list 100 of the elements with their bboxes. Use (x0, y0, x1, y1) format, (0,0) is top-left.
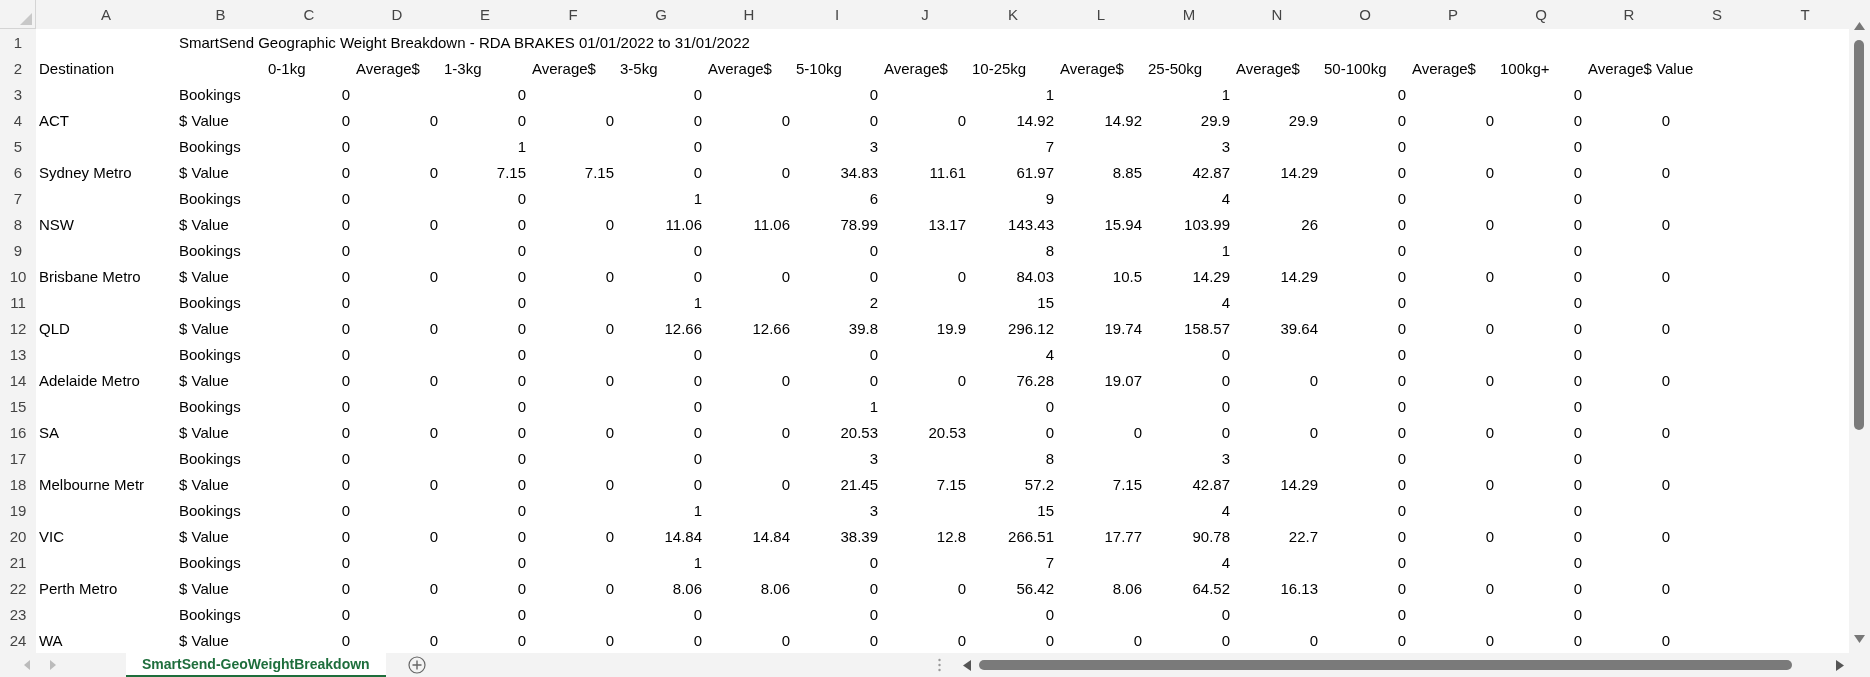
table-cell: 0 (869, 241, 878, 261)
row-header[interactable]: 12 (0, 315, 36, 341)
sheet-tab[interactable]: SmartSend-GeoWeightBreakdown (126, 653, 386, 677)
table-cell: 0 (1573, 579, 1582, 599)
table-cell: 0 (1397, 553, 1406, 573)
column-header[interactable]: J (881, 0, 969, 29)
column-header[interactable]: Q (1497, 0, 1585, 29)
table-cell: 19.07 (1104, 371, 1142, 391)
row-header[interactable]: 5 (0, 133, 36, 159)
table-cell: 1 (693, 501, 702, 521)
table-cell: 0 (1397, 189, 1406, 209)
column-label: 1-3kg (444, 59, 482, 79)
scroll-left-icon[interactable] (963, 659, 971, 671)
table-cell: 0 (693, 267, 702, 287)
row-header[interactable]: 8 (0, 211, 36, 237)
table-cell: 19.9 (936, 319, 966, 339)
table-cell: $ Value (179, 423, 229, 443)
row-header[interactable]: 7 (0, 185, 36, 211)
horizontal-scrollbar-thumb[interactable] (979, 660, 1792, 670)
table-cell: 42.87 (1192, 163, 1230, 183)
table-cell: 8 (1045, 241, 1054, 261)
splitter-handle-icon[interactable] (938, 658, 941, 672)
row-header[interactable]: 9 (0, 237, 36, 263)
column-header[interactable]: T (1761, 0, 1849, 29)
table-cell: 0 (1485, 319, 1494, 339)
row-header[interactable]: 2 (0, 55, 36, 81)
row-header[interactable]: 3 (0, 81, 36, 107)
table-cell: 0 (1397, 241, 1406, 261)
column-header[interactable]: N (1233, 0, 1321, 29)
table-cell: 0 (429, 475, 438, 495)
table-cell: Bookings (179, 293, 241, 313)
table-cell: 0 (1397, 371, 1406, 391)
column-header[interactable]: S (1673, 0, 1761, 29)
table-cell: 0 (429, 579, 438, 599)
table-cell: 4 (1221, 189, 1230, 209)
column-label: Average$ (708, 59, 772, 79)
scroll-up-icon[interactable] (1854, 22, 1865, 30)
table-cell: 103.99 (1184, 215, 1230, 235)
row-header[interactable]: 17 (0, 445, 36, 471)
column-header[interactable]: O (1321, 0, 1409, 29)
row-header[interactable]: 18 (0, 471, 36, 497)
vertical-scrollbar[interactable] (1849, 0, 1870, 653)
table-cell: 0 (517, 579, 526, 599)
table-cell: 0 (517, 111, 526, 131)
row-header[interactable]: 20 (0, 523, 36, 549)
row-header[interactable]: 4 (0, 107, 36, 133)
row-header[interactable]: 16 (0, 419, 36, 445)
table-cell: 8 (1045, 449, 1054, 469)
row-header[interactable]: 11 (0, 289, 36, 315)
column-header[interactable]: K (969, 0, 1057, 29)
table-cell: 0 (1661, 527, 1670, 547)
table-cell: 11.06 (665, 215, 702, 235)
column-header[interactable]: L (1057, 0, 1145, 29)
table-cell: 14.29 (1280, 267, 1318, 287)
row-header[interactable]: 15 (0, 393, 36, 419)
column-header[interactable]: A (36, 0, 176, 29)
row-header[interactable]: 10 (0, 263, 36, 289)
table-cell: 84.03 (1016, 267, 1054, 287)
column-header[interactable]: E (441, 0, 529, 29)
row-header[interactable]: 23 (0, 601, 36, 627)
column-header[interactable]: F (529, 0, 617, 29)
row-header[interactable]: 19 (0, 497, 36, 523)
table-cell: Bookings (179, 501, 241, 521)
table-cell: SA (39, 423, 59, 443)
table-cell: 0 (1045, 397, 1054, 417)
table-cell: 0 (693, 371, 702, 391)
column-header[interactable]: M (1145, 0, 1233, 29)
table-cell: 7.15 (936, 475, 966, 495)
table-cell: 0 (1661, 579, 1670, 599)
scrollbar-thumb[interactable] (1854, 40, 1864, 430)
table-cell: 0 (517, 605, 526, 625)
table-cell: 1 (693, 553, 702, 573)
table-cell: Adelaide Metro (39, 371, 140, 391)
scroll-down-icon[interactable] (1854, 635, 1865, 643)
row-header[interactable]: 22 (0, 575, 36, 601)
scroll-right-icon[interactable] (1836, 659, 1844, 671)
table-cell: 8.06 (672, 579, 702, 599)
row-header[interactable]: 14 (0, 367, 36, 393)
table-cell: 0 (517, 631, 526, 651)
column-header[interactable]: D (353, 0, 441, 29)
table-cell: Bookings (179, 553, 241, 573)
column-header[interactable]: H (705, 0, 793, 29)
table-cell: 0 (693, 449, 702, 469)
row-header[interactable]: 6 (0, 159, 36, 185)
column-header[interactable]: B (176, 0, 265, 29)
row-header[interactable]: 21 (0, 549, 36, 575)
sheet-title: SmartSend Geographic Weight Breakdown - RDA BRAKES 01/01/2022 to 31/01/2022 (179, 33, 750, 53)
column-header[interactable]: G (617, 0, 705, 29)
row-header[interactable]: 13 (0, 341, 36, 367)
column-header[interactable]: P (1409, 0, 1497, 29)
row-header[interactable]: 24 (0, 627, 36, 653)
table-cell: 0 (517, 189, 526, 209)
table-cell: 0 (429, 423, 438, 443)
column-header[interactable]: I (793, 0, 881, 29)
table-cell: 1 (1221, 241, 1230, 261)
table-cell: 0 (1661, 111, 1670, 131)
column-header[interactable]: R (1585, 0, 1673, 29)
column-header[interactable]: C (265, 0, 353, 29)
add-sheet-icon[interactable] (407, 656, 426, 674)
row-header[interactable]: 1 (0, 29, 36, 55)
